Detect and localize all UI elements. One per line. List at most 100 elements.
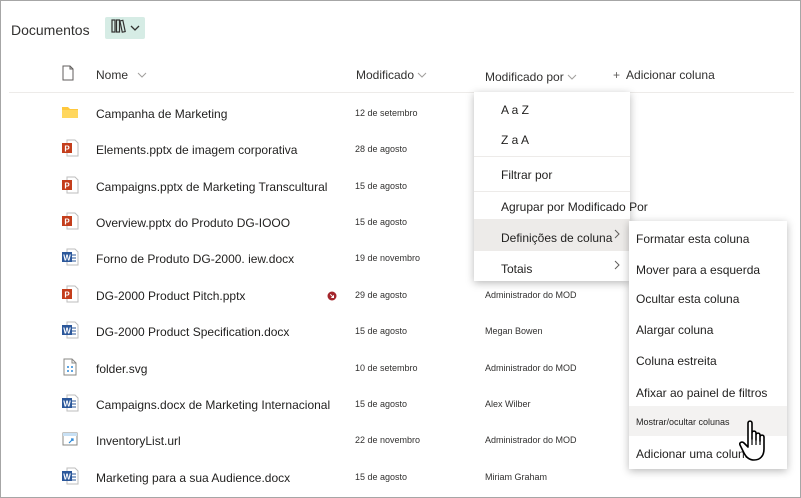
modified-date: 15 de agosto [355, 217, 408, 227]
svg-text:P: P [64, 182, 70, 191]
powerpoint-icon: P [61, 139, 79, 162]
submenu-item-move-left[interactable]: Mover para a esquerda [629, 263, 787, 283]
svg-text:W: W [63, 473, 71, 482]
plus-icon: + [613, 68, 621, 82]
folder-icon [61, 105, 79, 124]
modified-date: 15 de agosto [355, 181, 408, 191]
modified-by: Megan Bowen [485, 326, 543, 336]
modified-by: Miriam Graham [485, 472, 548, 482]
chevron-down-icon [130, 19, 140, 37]
submenu-item-narrow-column[interactable]: Coluna estreita [629, 354, 787, 374]
svg-text:P: P [64, 291, 70, 300]
menu-item-label: Formatar esta coluna [636, 232, 750, 246]
modified-date: 22 de novembro [355, 435, 421, 445]
column-header-modified-label: Modificado [356, 68, 415, 82]
menu-item-column-settings[interactable]: Definições de coluna [474, 219, 630, 251]
modified-by: Alex Wilber [485, 399, 531, 409]
modified-by: Administrador do MOD [485, 290, 577, 300]
menu-item-group-by[interactable]: Agrupar por Modificado Por [474, 200, 648, 220]
column-header-name[interactable]: Nome [96, 68, 147, 82]
column-header-name-label: Nome [96, 68, 129, 82]
chevron-right-icon [613, 259, 621, 274]
word-icon: W [61, 248, 79, 271]
view-switcher-button[interactable] [105, 17, 145, 39]
file-name-link[interactable]: Campanha de Marketing [96, 107, 227, 121]
list-item[interactable]: Campanha de Marketing 12 de setembro [1, 95, 801, 131]
file-name-link[interactable]: folder.svg [96, 362, 147, 376]
menu-item-label: Totais [501, 262, 533, 276]
svg-text:W: W [63, 254, 71, 263]
add-column-label: Adicionar coluna [626, 68, 715, 82]
submenu-item-format-column[interactable]: Formatar esta coluna [629, 232, 787, 252]
add-column-button[interactable]: + Adicionar coluna [613, 68, 715, 82]
file-name-link[interactable]: Overview.pptx do Produto DG-IOOO [96, 216, 290, 230]
menu-item-label: Alargar coluna [636, 323, 714, 337]
menu-item-label: A a Z [501, 103, 530, 117]
library-view-icon [110, 18, 127, 38]
menu-divider [474, 156, 630, 157]
file-name-link[interactable]: DG-2000 Product Pitch.pptx [96, 289, 245, 303]
file-name-link[interactable]: DG-2000 Product Specification.docx [96, 325, 289, 339]
menu-item-totals[interactable]: Totais [474, 251, 630, 281]
hand-pointer-cursor-icon [739, 419, 773, 468]
menu-item-label: Mostrar/ocultar colunas [636, 417, 730, 427]
file-name-link[interactable]: Forno de Produto DG-2000. iew.docx [96, 252, 294, 266]
menu-item-filter-by[interactable]: Filtrar por [474, 168, 630, 188]
menu-item-label: Afixar ao painel de filtros [636, 386, 768, 400]
menu-item-label: Agrupar por Modificado Por [501, 200, 648, 214]
menu-item-label: Mover para a esquerda [636, 263, 761, 277]
modified-by: Administrador do MOD [485, 363, 577, 373]
file-name-link[interactable]: Marketing para a sua Audience.docx [96, 471, 290, 485]
menu-item-sort-a-z[interactable]: A a Z [474, 103, 630, 123]
modified-date: 28 de agosto [355, 144, 408, 154]
menu-item-label: Definições de coluna [501, 231, 613, 245]
list-item[interactable]: P Campaigns.pptx de Marketing Transcultur… [1, 168, 801, 204]
url-file-icon [61, 430, 79, 453]
word-icon: W [61, 467, 79, 490]
header-divider [9, 92, 794, 93]
file-name-link[interactable]: InventoryList.url [96, 434, 181, 448]
document-library: Documentos Nome Modificado Modificado po… [0, 0, 801, 498]
modified-date: 10 de setembro [355, 363, 418, 373]
modified-date: 12 de setembro [355, 108, 418, 118]
word-icon: W [61, 394, 79, 417]
alert-icon[interactable] [327, 288, 337, 306]
menu-item-sort-z-a[interactable]: Z a A [474, 133, 630, 153]
file-name-link[interactable]: Campaigns.docx de Marketing Internaciona… [96, 398, 330, 412]
chevron-down-icon [564, 70, 577, 84]
word-icon: W [61, 321, 79, 344]
list-item[interactable]: P Elements.pptx de imagem corporativa 28 d… [1, 131, 801, 167]
modified-date: 29 de agosto [355, 290, 408, 300]
column-header-modified-by[interactable]: Modificado por [485, 70, 577, 84]
submenu-item-widen-column[interactable]: Alargar coluna [629, 323, 787, 343]
modified-by: Administrador do MOD [485, 435, 577, 445]
svg-text:P: P [64, 218, 70, 227]
menu-item-label: Coluna estreita [636, 354, 717, 368]
menu-item-label: Ocultar esta coluna [636, 292, 740, 306]
svg-text:P: P [64, 145, 70, 154]
svg-file-icon [61, 358, 79, 381]
file-name-link[interactable]: Elements.pptx de imagem corporativa [96, 143, 297, 157]
menu-item-label: Z a A [501, 133, 530, 147]
submenu-item-hide-column[interactable]: Ocultar esta coluna [629, 292, 787, 312]
column-menu: A a Z Z a A Filtrar por Agrupar por Modi… [474, 92, 648, 281]
menu-item-label: Adicionar uma coluna [636, 447, 752, 461]
column-header-modified[interactable]: Modificado [356, 68, 427, 82]
chevron-right-icon [613, 228, 621, 243]
modified-date: 15 de agosto [355, 472, 408, 482]
powerpoint-icon: P [61, 285, 79, 308]
menu-divider [474, 191, 630, 192]
chevron-down-icon [137, 68, 147, 82]
submenu-item-pin-to-filters-pane[interactable]: Afixar ao painel de filtros [629, 386, 787, 406]
column-header-modified-by-label: Modificado por [485, 70, 564, 84]
library-title: Documentos [11, 22, 90, 38]
svg-text:W: W [63, 400, 71, 409]
powerpoint-icon: P [61, 212, 79, 235]
modified-date: 15 de agosto [355, 399, 408, 409]
svg-text:W: W [63, 327, 71, 336]
chevron-down-icon [414, 68, 427, 82]
file-type-header-icon[interactable] [61, 65, 75, 86]
powerpoint-icon: P [61, 176, 79, 199]
file-name-link[interactable]: Campaigns.pptx de Marketing Transcultura… [96, 180, 327, 194]
menu-item-label: Filtrar por [501, 168, 553, 182]
